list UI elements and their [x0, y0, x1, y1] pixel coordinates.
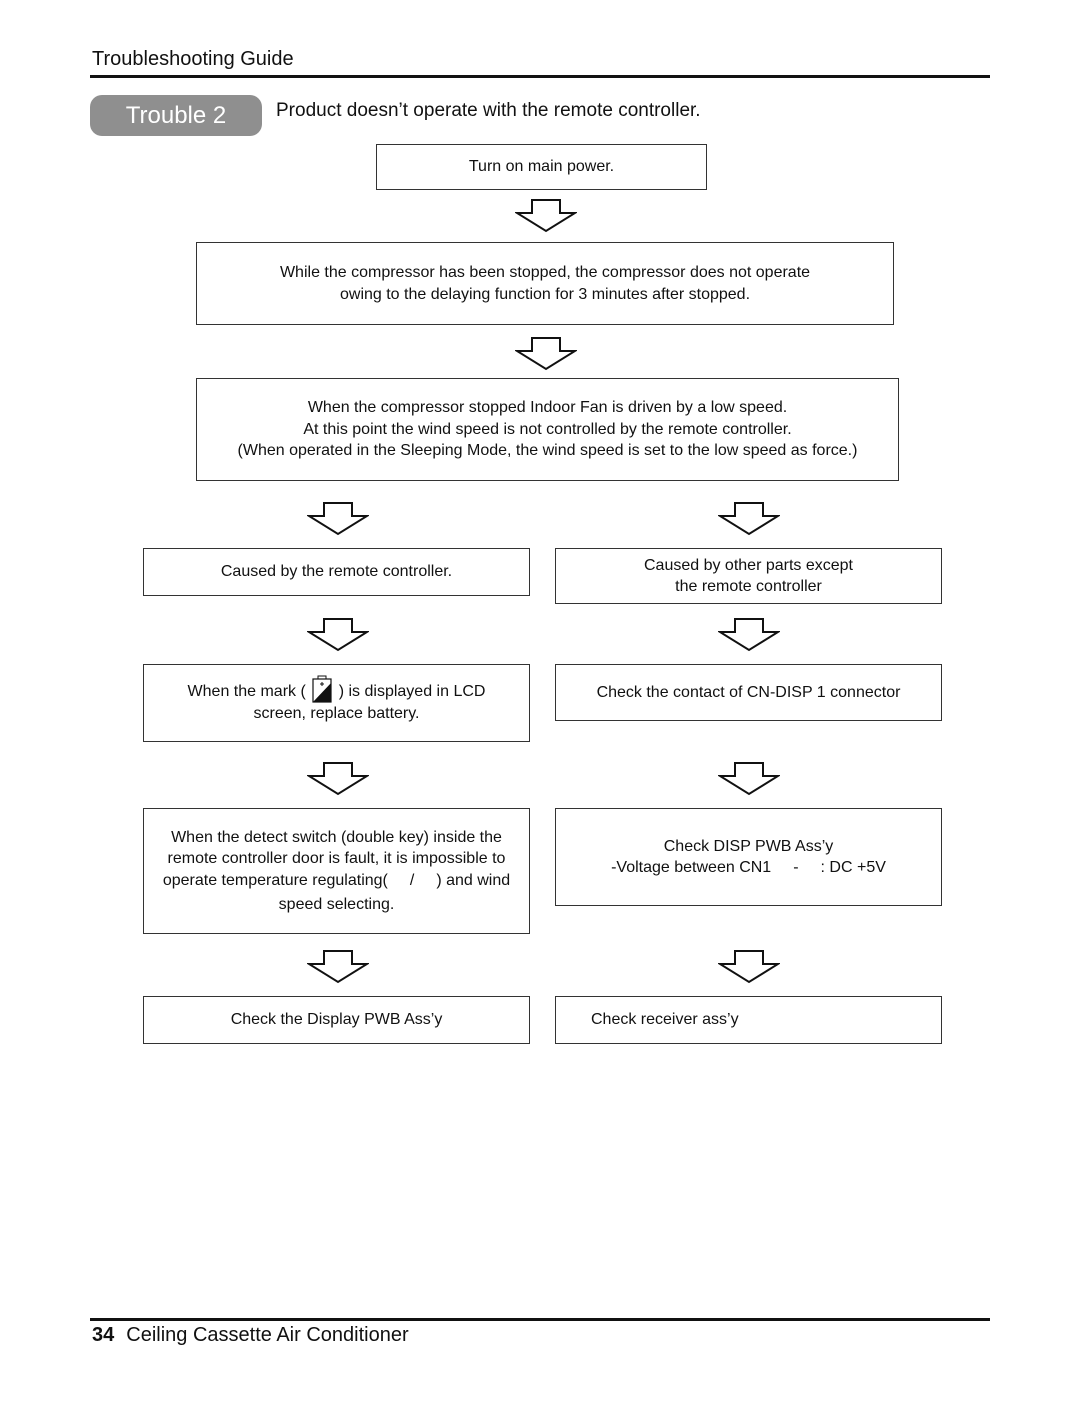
- flow-step-indoor-fan: When the compressor stopped Indoor Fan i…: [196, 378, 899, 481]
- step-text-line: When the detect switch (double key) insi…: [171, 828, 502, 846]
- footer-rule: [90, 1318, 990, 1321]
- step-text: Caused by the remote controller.: [220, 563, 453, 581]
- flow-right-check-disp-pwb: Check DISP PWB Ass’y -Voltage between CN…: [555, 808, 942, 906]
- battery-text-part1: When the mark (: [187, 683, 306, 701]
- step-text-line: While the compressor has been stopped, t…: [279, 264, 811, 281]
- step-text-line: Check DISP PWB Ass’y: [663, 837, 834, 855]
- text-fragment: -: [793, 859, 799, 876]
- down-arrow-icon: [307, 762, 369, 796]
- step-text-line: When the mark ( ) is displayed in LCD: [187, 675, 486, 703]
- step-text: Turn on main power.: [468, 158, 615, 176]
- flow-left-detect-switch: When the detect switch (double key) insi…: [143, 808, 530, 934]
- step-text-line: At this point the wind speed is not cont…: [303, 420, 792, 438]
- battery-text-part2: ) is displayed in LCD: [338, 683, 486, 701]
- down-arrow-icon: [718, 618, 780, 652]
- step-text-line: remote controller door is fault, it is i…: [167, 850, 506, 867]
- down-arrow-icon: [718, 502, 780, 536]
- flow-left-replace-battery: When the mark ( ) is displayed in LCD sc…: [143, 664, 530, 742]
- page-number: 34: [92, 1324, 115, 1346]
- text-fragment: -Voltage between CN1: [611, 859, 772, 876]
- down-arrow-icon: [307, 618, 369, 652]
- step-text-line: Caused by other parts except: [643, 556, 853, 574]
- down-arrow-icon: [515, 199, 577, 233]
- text-fragment: : DC +5V: [820, 859, 886, 876]
- section-title: Troubleshooting Guide: [92, 48, 294, 70]
- flow-right-check-receiver: Check receiver ass’y: [555, 996, 942, 1044]
- down-arrow-icon: [718, 762, 780, 796]
- flow-step-main-power: Turn on main power.: [376, 144, 707, 190]
- step-text-line: the remote controller: [675, 578, 822, 595]
- step-text-line: (When operated in the Sleeping Mode, the…: [237, 442, 858, 460]
- step-text-line: operate temperature regulating( / ) and wi…: [163, 870, 510, 892]
- flow-left-cause-remote: Caused by the remote controller.: [143, 548, 530, 596]
- battery-low-icon: [312, 675, 332, 703]
- step-text-line: -Voltage between CN1 - : DC +5V: [611, 857, 886, 879]
- step-text-line: When the compressor stopped Indoor Fan i…: [307, 399, 788, 417]
- step-text-line: screen, replace battery.: [253, 705, 420, 723]
- step-text-line: speed selecting.: [278, 896, 395, 913]
- flow-right-check-contact: Check the contact of CN-DISP 1 connector: [555, 664, 942, 721]
- trouble-description: Product doesn’t operate with the remote …: [276, 100, 701, 121]
- flow-step-compressor-delay: While the compressor has been stopped, t…: [196, 242, 894, 325]
- down-arrow-icon: [307, 950, 369, 984]
- step-text: Check the contact of CN-DISP 1 connector: [596, 683, 901, 701]
- down-arrow-icon: [515, 337, 577, 371]
- text-fragment: /: [409, 871, 415, 889]
- trouble-badge: Trouble 2: [90, 95, 262, 136]
- flow-left-check-display-pwb: Check the Display PWB Ass’y: [143, 996, 530, 1044]
- footer: 34 Ceiling Cassette Air Conditioner: [92, 1324, 409, 1347]
- down-arrow-icon: [718, 950, 780, 984]
- header-rule: [90, 75, 990, 78]
- text-fragment: operate temperature regulating(: [162, 871, 388, 889]
- step-text: Check the Display PWB Ass’y: [230, 1011, 443, 1029]
- down-arrow-icon: [307, 502, 369, 536]
- step-text: Check receiver ass’y: [591, 1011, 739, 1029]
- flow-right-cause-other: Caused by other parts except the remote …: [555, 548, 942, 604]
- document-title: Ceiling Cassette Air Conditioner: [126, 1324, 409, 1346]
- step-text-line: owing to the delaying function for 3 min…: [339, 285, 751, 303]
- text-fragment: ) and wind: [436, 871, 511, 889]
